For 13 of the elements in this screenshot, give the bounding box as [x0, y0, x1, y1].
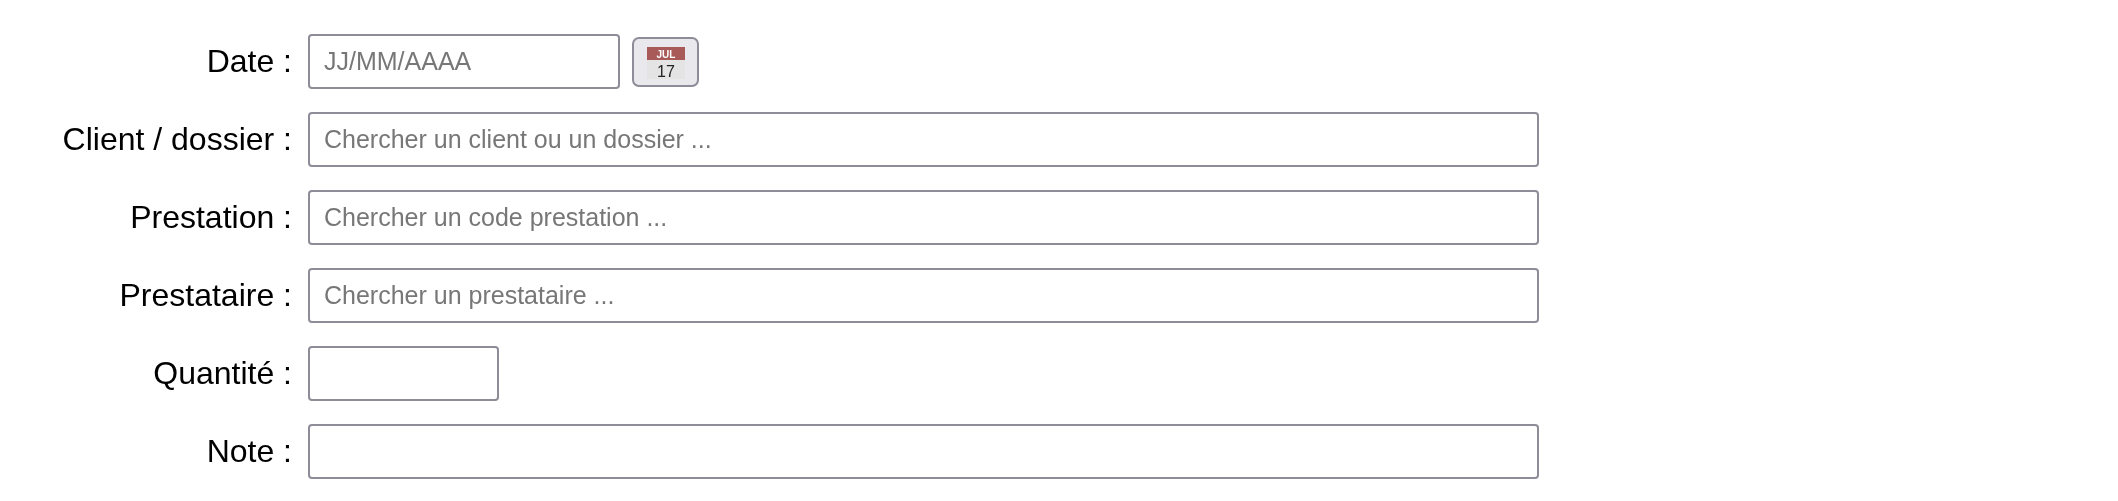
field-label: Prestation :: [129, 199, 292, 236]
text-field[interactable]: Chercher un code prestation ...: [308, 190, 1539, 245]
field-label: Note :: [205, 433, 292, 470]
field-label: Quantité :: [152, 355, 292, 392]
text-field[interactable]: [308, 346, 499, 401]
field-label: Prestataire :: [118, 277, 292, 314]
text-field[interactable]: [308, 424, 1539, 479]
text-field[interactable]: Chercher un client ou un dossier ...: [308, 112, 1539, 167]
date-field[interactable]: JJ/MM/AAAA: [308, 34, 620, 89]
field-label: Client / dossier :: [61, 121, 292, 158]
field-label: Date :: [205, 43, 292, 80]
text-field[interactable]: Chercher un prestataire ...: [308, 268, 1539, 323]
calendar-button[interactable]: JUL 17: [632, 36, 699, 87]
